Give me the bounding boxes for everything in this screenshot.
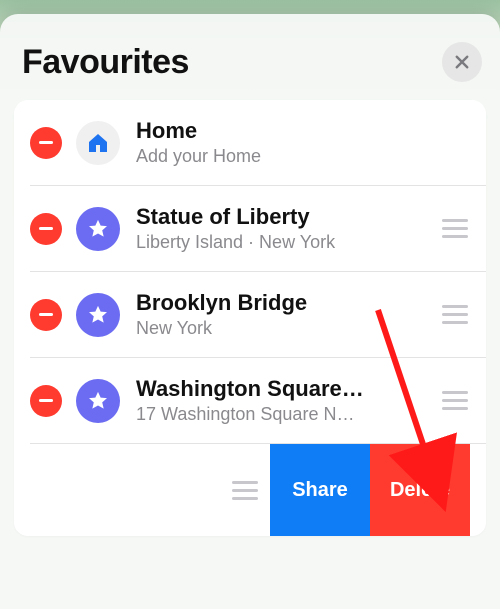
list-item[interactable]: Statue of Liberty Liberty Island · New Y… [14,186,486,271]
item-text: Home Add your Home [136,118,470,167]
item-text: Central Termi… rk [14,466,220,515]
page-title: Favourites [22,43,189,82]
star-icon [76,293,120,337]
list-item[interactable]: Home Add your Home [14,100,486,185]
item-title: Washington Square… [136,376,430,402]
item-subtitle: New York [136,318,430,339]
remove-button[interactable] [30,299,62,331]
swipe-actions: Share Delete [270,462,470,518]
item-subtitle: rk [14,494,220,515]
drag-handle-icon[interactable] [440,305,470,324]
list-item-swiped[interactable]: Central Termi… rk Share Delete [14,444,486,536]
star-icon [76,207,120,251]
sheet-header: Favourites [0,32,500,100]
delete-button[interactable]: Delete [370,444,470,536]
share-button[interactable]: Share [270,444,370,536]
drag-handle-icon[interactable] [440,391,470,410]
list-item[interactable]: Washington Square… 17 Washington Square … [14,358,486,443]
remove-button[interactable] [30,127,62,159]
favourites-sheet: Favourites Home Add your Home [0,14,500,609]
close-icon [453,53,471,71]
item-title: Home [136,118,470,144]
list-item[interactable]: Brooklyn Bridge New York [14,272,486,357]
item-title: Central Termi… [14,466,220,492]
drag-handle-icon[interactable] [440,219,470,238]
drag-handle-icon[interactable] [230,481,260,500]
item-title: Brooklyn Bridge [136,290,430,316]
item-text: Brooklyn Bridge New York [136,290,430,339]
star-icon [76,379,120,423]
remove-button[interactable] [30,213,62,245]
favourites-list: Home Add your Home Statue of Liberty Lib… [14,100,486,536]
item-text: Washington Square… 17 Washington Square … [136,376,430,425]
close-button[interactable] [442,42,482,82]
item-text: Statue of Liberty Liberty Island · New Y… [136,204,430,253]
item-title: Statue of Liberty [136,204,430,230]
item-subtitle: 17 Washington Square N… [136,404,430,425]
item-subtitle: Add your Home [136,146,470,167]
item-subtitle: Liberty Island · New York [136,232,430,253]
remove-button[interactable] [30,385,62,417]
home-icon [76,121,120,165]
